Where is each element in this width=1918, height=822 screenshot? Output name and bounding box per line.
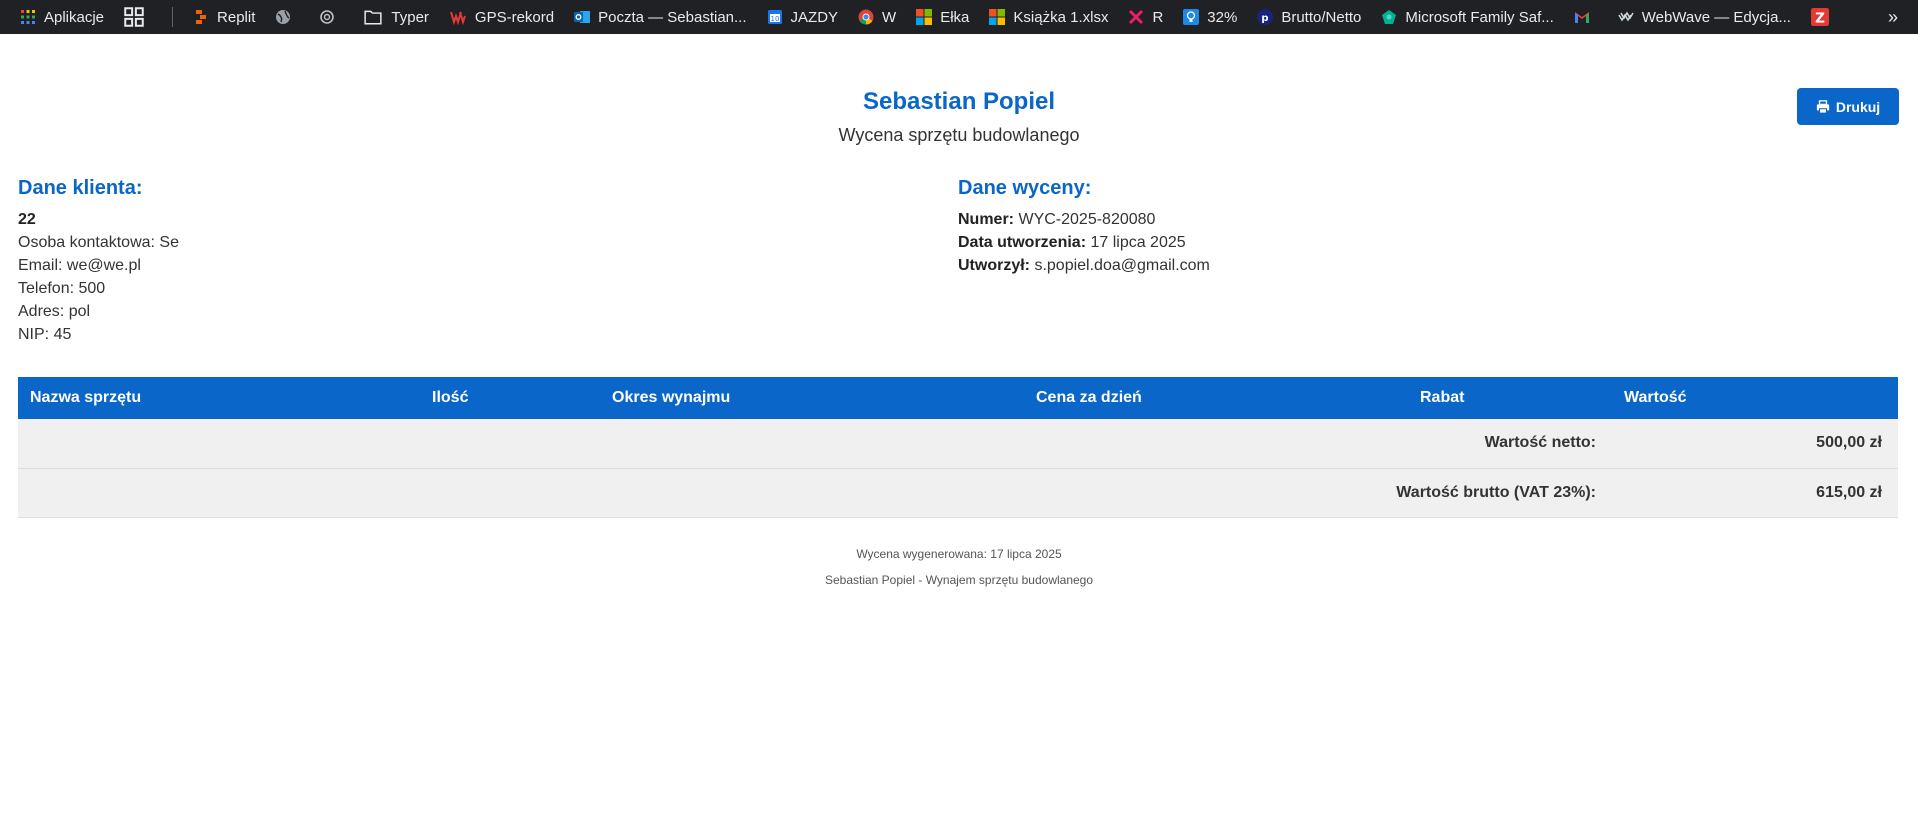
- quote-author: Utworzył: s.popiel.doa@gmail.com: [958, 257, 1210, 274]
- replit-icon: [196, 10, 207, 24]
- page-title: Sebastian Popiel: [862, 88, 1056, 115]
- bookmark-label: JAZDY: [790, 8, 839, 26]
- quote-number: Numer: WYC-2025-820080: [958, 211, 1156, 228]
- outlook-icon: [574, 11, 591, 23]
- folder-icon: [364, 10, 382, 25]
- client-contact: Osoba kontaktowa: Se: [18, 234, 179, 251]
- bookmark-label: Poczta — Sebastian...: [598, 8, 747, 26]
- globe-icon: [276, 10, 291, 24]
- footer-generated: Wycena wygenerowana: 17 lipca 2025: [856, 547, 1062, 561]
- webwave-icon: [1618, 11, 1634, 22]
- bookmark-globe[interactable]: [275, 0, 299, 34]
- client-name: 22: [18, 211, 36, 228]
- bookmark-family[interactable]: Microsoft Family Saf...: [1381, 0, 1554, 34]
- quote-heading: Dane wyceny:: [958, 177, 1092, 199]
- bookmark-elka[interactable]: Ełka: [916, 0, 969, 34]
- bookmark-label: 32%: [1207, 8, 1238, 26]
- bookmark-label: WebWave — Edycja...: [1641, 8, 1791, 26]
- page-subtitle: Wycena sprzętu budowlanego: [838, 125, 1080, 145]
- printer-icon: [1816, 99, 1829, 114]
- family-icon: [1382, 10, 1397, 24]
- print-button[interactable]: Drukuj: [1797, 88, 1899, 125]
- bookmark-label: Aplikacje: [44, 8, 105, 26]
- bookmark-apps[interactable]: Aplikacje: [20, 0, 104, 34]
- table-header-row: Nazwa sprzętu Ilość Okres wynajmu Cena z…: [18, 377, 1898, 419]
- bookmark-jazdy[interactable]: 10 JAZDY: [767, 0, 839, 34]
- print-button-label: Drukuj: [1835, 98, 1881, 115]
- svg-text:10: 10: [770, 15, 779, 23]
- gross-total-row: Wartość brutto (VAT 23%): 615,00 zł: [18, 468, 1898, 518]
- bookmark-label: R: [1152, 8, 1164, 26]
- bookmark-label: GPS-rekord: [474, 8, 555, 26]
- column-header: Wartość: [1612, 377, 1898, 419]
- gmail-icon: [1574, 12, 1589, 23]
- bookmark-label: Typer: [391, 8, 429, 26]
- column-header: Cena za dzień: [1024, 377, 1408, 419]
- bookmark-poczta[interactable]: Poczta — Sebastian...: [574, 0, 747, 34]
- bookmark-label: Replit: [217, 8, 256, 26]
- quote-section: Dane wyceny: Numer: WYC-2025-820080 Data…: [958, 177, 1210, 277]
- bookmark-openai[interactable]: [319, 0, 343, 34]
- column-header: Ilość: [420, 377, 600, 419]
- grid-icon: [124, 7, 144, 27]
- chrome-icon: [858, 9, 874, 25]
- microsoft-icon: [916, 9, 933, 25]
- x-brand-icon: [1129, 9, 1144, 25]
- bookmark-w[interactable]: W: [858, 0, 896, 34]
- microsoft-icon: [989, 9, 1006, 25]
- svg-text:Z: Z: [1815, 11, 1825, 26]
- client-nip: NIP: 45: [18, 326, 72, 343]
- bookmark-ksiazka[interactable]: Książka 1.xlsx: [989, 0, 1108, 34]
- bookmark-label: Microsoft Family Saf...: [1405, 8, 1554, 26]
- bookmark-32[interactable]: 32%: [1183, 0, 1237, 34]
- calendar-icon: 10: [767, 10, 782, 24]
- bookmark-separator: [172, 7, 174, 27]
- z-brand-icon: Z: [1810, 8, 1829, 26]
- client-heading: Dane klienta:: [18, 177, 143, 199]
- client-address: Adres: pol: [18, 303, 91, 320]
- client-email: Email: we@we.pl: [18, 257, 141, 274]
- bookmark-gmail[interactable]: [1574, 0, 1598, 34]
- bookmark-webwave[interactable]: WebWave — Edycja...: [1618, 0, 1791, 34]
- bookmark-r[interactable]: R: [1128, 0, 1163, 34]
- net-total-row: Wartość netto: 500,00 zł: [18, 419, 1898, 469]
- bookmarks-bar: Aplikacje Replit Typer GPS-rekord Poczta…: [0, 0, 1918, 34]
- bookmark-gps[interactable]: GPS-rekord: [449, 0, 554, 34]
- bookmark-label: Brutto/Netto: [1281, 8, 1362, 26]
- apps-grid-icon: [21, 10, 35, 24]
- gross-total-label: Wartość brutto (VAT 23%):: [18, 468, 1612, 518]
- bookmark-replit[interactable]: Replit: [193, 0, 255, 34]
- client-section: Dane klienta: 22 Osoba kontaktowa: Se Em…: [18, 177, 179, 346]
- bulb-icon: [1183, 9, 1200, 25]
- client-phone: Telefon: 500: [18, 280, 106, 297]
- bookmark-label: W: [882, 8, 897, 26]
- footer-company: Sebastian Popiel - Wynajem sprzętu budow…: [824, 573, 1094, 587]
- p-brand-icon: p: [1257, 9, 1274, 25]
- gps-icon: [449, 11, 466, 25]
- bookmark-label: Ełka: [940, 8, 970, 26]
- net-total-label: Wartość netto:: [18, 419, 1612, 469]
- openai-icon: [320, 10, 335, 24]
- bookmark-grid[interactable]: [124, 0, 152, 34]
- net-total-value: 500,00 zł: [1612, 419, 1898, 469]
- column-header: Rabat: [1408, 377, 1612, 419]
- bookmark-label: Książka 1.xlsx: [1013, 8, 1109, 26]
- equipment-table: Nazwa sprzętu Ilość Okres wynajmu Cena z…: [18, 377, 1898, 518]
- bookmark-brutto[interactable]: p Brutto/Netto: [1257, 0, 1361, 34]
- bookmark-typer[interactable]: Typer: [363, 0, 429, 34]
- gross-total-value: 615,00 zł: [1612, 468, 1898, 518]
- column-header: Nazwa sprzętu: [18, 377, 420, 419]
- more-bookmarks-button[interactable]: »: [1888, 0, 1898, 34]
- bookmark-z[interactable]: Z: [1810, 0, 1837, 34]
- column-header: Okres wynajmu: [600, 377, 1024, 419]
- quote-date: Data utworzenia: 17 lipca 2025: [958, 234, 1186, 251]
- svg-text:p: p: [1262, 13, 1269, 24]
